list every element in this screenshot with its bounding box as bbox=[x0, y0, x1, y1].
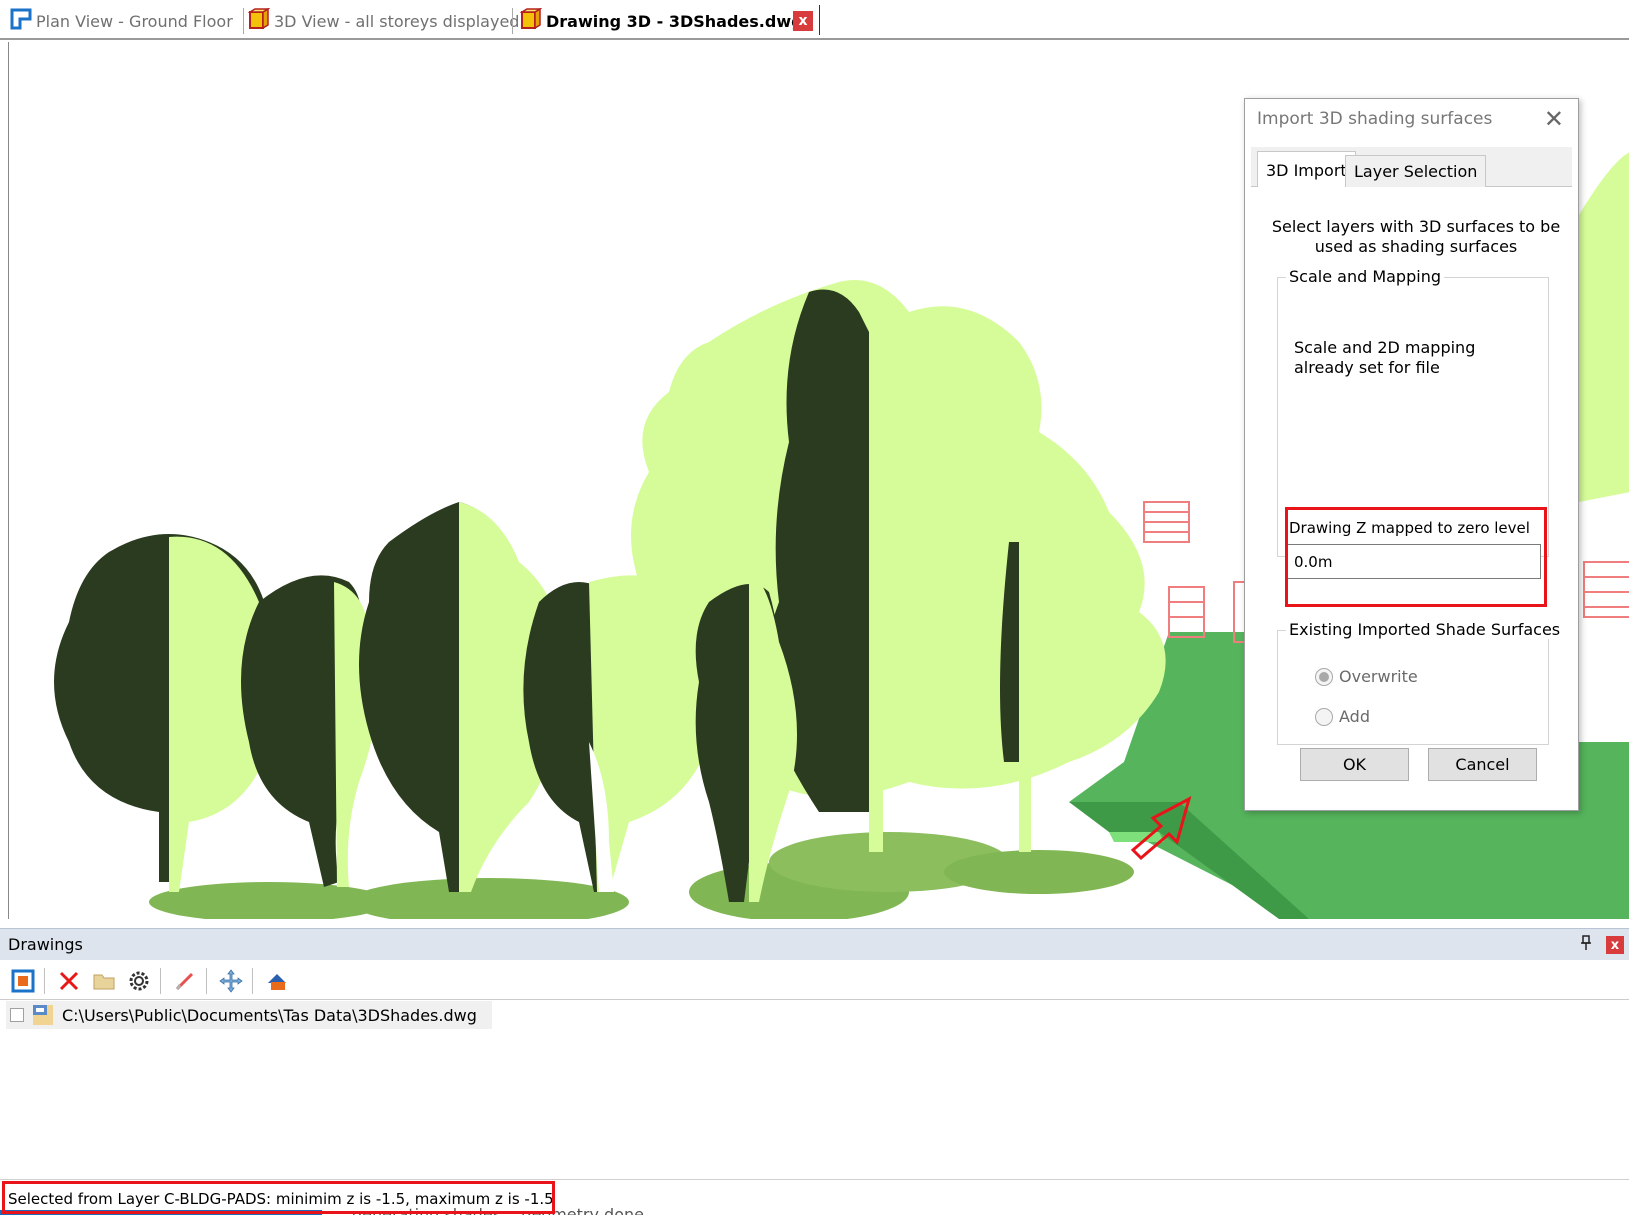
delete-icon[interactable] bbox=[56, 968, 82, 994]
close-tab-button[interactable]: x bbox=[793, 11, 813, 31]
existing-shade-surfaces-group: Existing Imported Shade Surfaces bbox=[1277, 620, 1564, 745]
status-highlight-box bbox=[2, 1181, 555, 1214]
tree-trunk bbox=[1019, 682, 1031, 852]
plan-view-icon bbox=[10, 8, 32, 34]
radio-button[interactable] bbox=[1315, 667, 1333, 686]
building-pad-highlight bbox=[1109, 832, 1164, 842]
dialog-tab-strip: 3D Import Layer Selection bbox=[1251, 147, 1572, 188]
tab-label: Plan View - Ground Floor bbox=[36, 11, 233, 31]
tab-label: Drawing 3D - 3DShades.dwg bbox=[546, 11, 803, 31]
tab-plan-view[interactable]: Plan View - Ground Floor bbox=[10, 6, 233, 36]
close-panel-button[interactable]: x bbox=[1606, 936, 1624, 954]
import-shades-icon[interactable] bbox=[264, 968, 290, 994]
dwg-file-icon bbox=[32, 1004, 54, 1026]
radio-button[interactable] bbox=[1315, 707, 1333, 726]
import-3d-shading-dialog: Import 3D shading surfaces ✕ 3D Import L… bbox=[1244, 98, 1579, 811]
ok-button[interactable]: OK bbox=[1300, 748, 1409, 781]
overwrite-radio[interactable]: Overwrite bbox=[1315, 667, 1418, 686]
group-legend: Scale and Mapping bbox=[1286, 267, 1444, 286]
pin-icon[interactable] bbox=[1580, 935, 1592, 955]
radio-label: Add bbox=[1339, 707, 1370, 726]
tab-drawing-3d[interactable]: Drawing 3D - 3DShades.dwg bbox=[519, 6, 803, 36]
tab-3d-view[interactable]: 3D View - all storeys displayed bbox=[247, 6, 520, 36]
add-drawing-icon[interactable] bbox=[10, 968, 36, 994]
tab-divider bbox=[512, 8, 513, 34]
close-icon[interactable]: ✕ bbox=[1544, 107, 1564, 131]
toolbar-divider bbox=[206, 968, 207, 994]
3d-view-icon bbox=[247, 7, 271, 34]
tab-label: 3D View - all storeys displayed bbox=[274, 11, 520, 31]
add-radio[interactable]: Add bbox=[1315, 707, 1370, 726]
tab-divider bbox=[243, 8, 244, 34]
tab-layer-selection[interactable]: Layer Selection bbox=[1345, 155, 1487, 187]
item-checkbox[interactable] bbox=[10, 1008, 24, 1022]
tab-3d-import[interactable]: 3D Import bbox=[1257, 151, 1356, 188]
toolbar-divider bbox=[252, 968, 253, 994]
3d-drawing-icon bbox=[519, 7, 543, 34]
3d-import-panel: Select layers with 3D surfaces to be use… bbox=[1251, 187, 1572, 807]
shadow-ellipse bbox=[944, 850, 1134, 894]
drawings-list: C:\Users\Public\Documents\Tas Data\3DSha… bbox=[0, 1001, 1629, 1179]
drawing-file-path: C:\Users\Public\Documents\Tas Data\3DSha… bbox=[62, 1005, 477, 1025]
group-legend: Existing Imported Shade Surfaces bbox=[1286, 620, 1564, 639]
tree-trunk bbox=[869, 662, 883, 852]
toolbar-divider bbox=[160, 968, 161, 994]
settings-gear-icon[interactable] bbox=[126, 968, 152, 994]
panel-title: Drawings bbox=[8, 935, 83, 954]
open-folder-icon[interactable] bbox=[92, 968, 118, 994]
dialog-title: Import 3D shading surfaces bbox=[1257, 109, 1493, 129]
pen-icon[interactable] bbox=[172, 968, 198, 994]
list-item[interactable]: C:\Users\Public\Documents\Tas Data\3DSha… bbox=[6, 1001, 492, 1029]
dialog-body: 3D Import Layer Selection Select layers … bbox=[1251, 147, 1572, 807]
cancel-button[interactable]: Cancel bbox=[1428, 748, 1537, 781]
instructions-text: Select layers with 3D surfaces to be use… bbox=[1271, 217, 1561, 256]
move-icon[interactable] bbox=[218, 968, 244, 994]
shadow-ellipse bbox=[349, 878, 629, 919]
document-tab-bar: Plan View - Ground Floor 3D View - all s… bbox=[0, 0, 1629, 40]
z-mapping-highlight-box bbox=[1285, 507, 1547, 607]
drawings-panel-header: Drawings x bbox=[0, 928, 1629, 960]
scale-mapping-text: Scale and 2D mapping already set for fil… bbox=[1294, 338, 1476, 377]
tab-divider bbox=[819, 5, 820, 35]
drawings-toolbar bbox=[0, 960, 1629, 1000]
radio-label: Overwrite bbox=[1339, 667, 1418, 686]
toolbar-divider bbox=[44, 968, 45, 994]
